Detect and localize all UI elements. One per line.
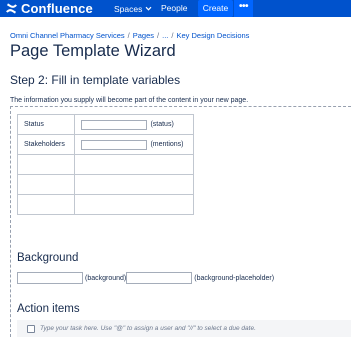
background-placeholder-input[interactable] [126, 272, 193, 284]
table-row [16, 194, 194, 215]
breadcrumb-space-link[interactable]: Omni Channel Pharmacy Services [10, 31, 125, 40]
table-row [16, 154, 194, 175]
step-heading: Step 2: Fill in template variables [10, 73, 181, 87]
top-navigation-bar: Confluence Spaces People Create ••• [0, 0, 351, 17]
table-row [16, 174, 194, 195]
background-fields-row: (background) (background-placeholder) [17, 272, 274, 284]
breadcrumb-separator: / [127, 31, 130, 40]
breadcrumb-ellipsis[interactable]: ... [162, 31, 168, 40]
confluence-logo[interactable]: Confluence [5, 0, 93, 17]
table-row: Stakeholders (mentions) [16, 134, 194, 155]
stakeholders-variable-name: (mentions) [150, 141, 184, 148]
more-icon: ••• [238, 1, 249, 12]
table-row: Status (status) [16, 114, 194, 135]
nav-spaces-menu[interactable]: Spaces [114, 0, 152, 17]
task-placeholder-text[interactable]: Type your task here. Use "@" to assign a… [40, 325, 256, 332]
app-title: Confluence [21, 1, 93, 16]
table-cell [74, 194, 194, 215]
background-input[interactable] [17, 272, 83, 284]
table-cell [16, 174, 76, 195]
stakeholders-cell: (mentions) [74, 134, 194, 155]
table-cell [74, 174, 194, 195]
action-items-heading: Action items [17, 303, 80, 315]
background-variable-name: (background) [85, 274, 127, 282]
status-cell: (status) [74, 114, 194, 135]
breadcrumb-separator: / [157, 31, 160, 40]
chevron-down-icon [145, 6, 152, 11]
background-placeholder-variable-name: (background-placeholder) [194, 274, 275, 282]
breadcrumb-separator: / [171, 31, 174, 40]
table-cell [74, 154, 194, 175]
task-checkbox[interactable] [27, 324, 35, 333]
page-title: Page Template Wizard [10, 42, 176, 60]
more-create-button[interactable]: ••• [233, 0, 253, 17]
table-cell [16, 154, 76, 175]
status-input[interactable] [81, 119, 148, 130]
table-cell [16, 194, 76, 215]
nav-spaces-label: Spaces [114, 3, 143, 14]
breadcrumb-pages-link[interactable]: Pages [133, 31, 154, 40]
breadcrumb: Omni Channel Pharmacy Services / Pages /...… [10, 31, 249, 40]
intro-text: The information you supply will become p… [10, 97, 249, 104]
status-label: Status [16, 114, 76, 135]
task-list-item[interactable]: Type your task here. Use "@" to assign a… [17, 320, 351, 337]
create-button[interactable]: Create [198, 0, 233, 17]
status-variable-name: (status) [150, 121, 174, 128]
nav-people-link[interactable]: People [161, 0, 187, 17]
confluence-logo-icon [5, 2, 18, 15]
breadcrumb-parent-link[interactable]: Key Design Decisions [176, 31, 249, 40]
stakeholders-input[interactable] [81, 139, 148, 150]
stakeholders-label: Stakeholders [16, 134, 76, 155]
background-heading: Background [17, 252, 79, 264]
variables-table: Status (status) Stakeholders (mentions) [16, 114, 194, 215]
